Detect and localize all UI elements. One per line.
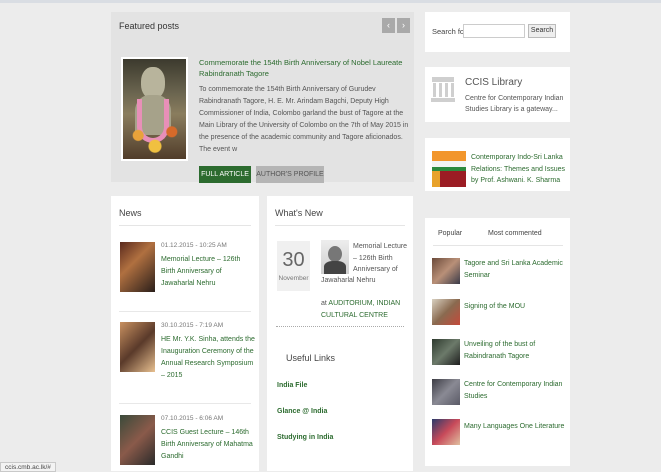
popular-thumb-image xyxy=(432,258,460,284)
news-thumb-image[interactable] xyxy=(120,242,155,292)
india-srilanka-flags-image[interactable] xyxy=(432,151,466,187)
featured-excerpt: To commemorate the 154th Birth Anniversa… xyxy=(199,86,409,153)
ccis-library-widget[interactable]: CCIS Library Centre for Contemporary Ind… xyxy=(425,67,570,122)
news-date: 30.10.2015 - 7:19 AM xyxy=(161,322,224,329)
useful-link-studying-india[interactable]: Studying in India xyxy=(277,434,333,441)
status-bar-url: ccis.cmb.ac.lk/# xyxy=(0,462,56,472)
popular-item[interactable]: Signing of the MOU xyxy=(432,299,567,329)
popular-item[interactable]: Unveiling of the bust of Rabindranath Ta… xyxy=(432,339,567,369)
popular-thumb-image xyxy=(432,419,460,445)
useful-link-india-file[interactable]: India File xyxy=(277,382,307,389)
event-speaker-photo[interactable] xyxy=(321,240,349,274)
tab-popular[interactable]: Popular xyxy=(438,230,462,237)
library-building-icon xyxy=(431,77,455,103)
event-title-link-cont[interactable]: Jawaharlal Nehru xyxy=(321,275,411,287)
featured-next-button[interactable]: › xyxy=(397,18,410,33)
news-title-link[interactable]: HE Mr. Y.K. Sinha, attends the Inaugurat… xyxy=(161,334,255,382)
full-article-button[interactable]: FULL ARTICLE xyxy=(199,166,251,183)
news-thumb-image[interactable] xyxy=(120,322,155,372)
tab-divider xyxy=(433,245,563,246)
featured-prev-button[interactable]: ‹ xyxy=(382,18,395,33)
popular-thumb-image xyxy=(432,299,460,325)
popular-item-link[interactable]: Centre for Contemporary Indian Studies xyxy=(464,379,568,402)
news-date: 07.10.2015 - 6:06 AM xyxy=(161,415,224,422)
news-divider xyxy=(119,225,251,226)
popular-item[interactable]: Centre for Contemporary Indian Studies xyxy=(432,379,567,409)
popular-widget: Popular Most commented Tagore and Sri La… xyxy=(425,218,570,466)
event-venue-name: AUDITORIUM, INDIAN CULTURAL CENTRE xyxy=(321,300,401,319)
relations-book-widget: Contemporary Indo-Sri Lanka Relations: T… xyxy=(425,138,570,191)
featured-posts-title: Featured posts xyxy=(119,21,180,31)
useful-links-heading: Useful Links xyxy=(286,353,336,363)
featured-headline-link[interactable]: Commemorate the 154th Birth Anniversary … xyxy=(199,57,409,79)
whats-new-panel: What's New 30 November Memorial Lecture … xyxy=(267,196,413,471)
relations-book-link[interactable]: Contemporary Indo-Sri Lanka Relations: T… xyxy=(471,152,567,187)
tab-most-commented[interactable]: Most commented xyxy=(488,230,542,237)
news-divider xyxy=(119,311,251,312)
popular-item-link[interactable]: Signing of the MOU xyxy=(464,301,568,313)
browser-top-border xyxy=(0,0,661,3)
search-widget: Search for: Search xyxy=(425,12,570,52)
news-heading: News xyxy=(119,208,142,218)
popular-item[interactable]: Many Languages One Literature xyxy=(432,419,567,449)
popular-thumb-image xyxy=(432,379,460,405)
news-thumb-image[interactable] xyxy=(120,415,155,465)
event-title-link[interactable]: Memorial Lecture – 126th Birth Anniversa… xyxy=(353,241,411,276)
search-button[interactable]: Search xyxy=(528,24,556,38)
news-title-link[interactable]: CCIS Guest Lecture – 146th Birth Anniver… xyxy=(161,427,255,463)
event-venue: at AUDITORIUM, INDIAN CULTURAL CENTRE xyxy=(321,298,413,321)
library-description: Centre for Contemporary Indian Studies L… xyxy=(465,95,564,113)
news-date: 01.12.2015 - 10:25 AM xyxy=(161,242,227,249)
whats-new-divider xyxy=(275,225,405,226)
search-input[interactable] xyxy=(463,24,525,38)
library-title[interactable]: CCIS Library xyxy=(465,77,522,88)
popular-thumb-image xyxy=(432,339,460,365)
popular-item-link[interactable]: Tagore and Sri Lanka Academic Seminar xyxy=(464,258,568,281)
dotted-divider xyxy=(276,326,404,327)
event-day: 30 xyxy=(282,249,305,271)
event-venue-prefix: at xyxy=(321,300,327,307)
news-panel: News 01.12.2015 - 10:25 AM Memorial Lect… xyxy=(111,196,259,471)
event-month: November xyxy=(278,275,309,282)
news-divider xyxy=(119,403,251,404)
author-profile-button[interactable]: AUTHOR'S PROFILE xyxy=(256,166,324,183)
news-title-link[interactable]: Memorial Lecture – 126th Birth Anniversa… xyxy=(161,254,255,290)
featured-image-tagore-bust[interactable] xyxy=(121,57,188,161)
popular-item-link[interactable]: Unveiling of the bust of Rabindranath Ta… xyxy=(464,339,568,362)
popular-item[interactable]: Tagore and Sri Lanka Academic Seminar xyxy=(432,258,567,288)
featured-posts-panel: Featured posts ‹ › Commemorate the 154th… xyxy=(111,12,414,183)
useful-link-glance-india[interactable]: Glance @ India xyxy=(277,408,327,415)
whats-new-heading: What's New xyxy=(275,208,323,218)
event-date-box: 30 November xyxy=(277,241,310,291)
popular-item-link[interactable]: Many Languages One Literature xyxy=(464,421,568,433)
